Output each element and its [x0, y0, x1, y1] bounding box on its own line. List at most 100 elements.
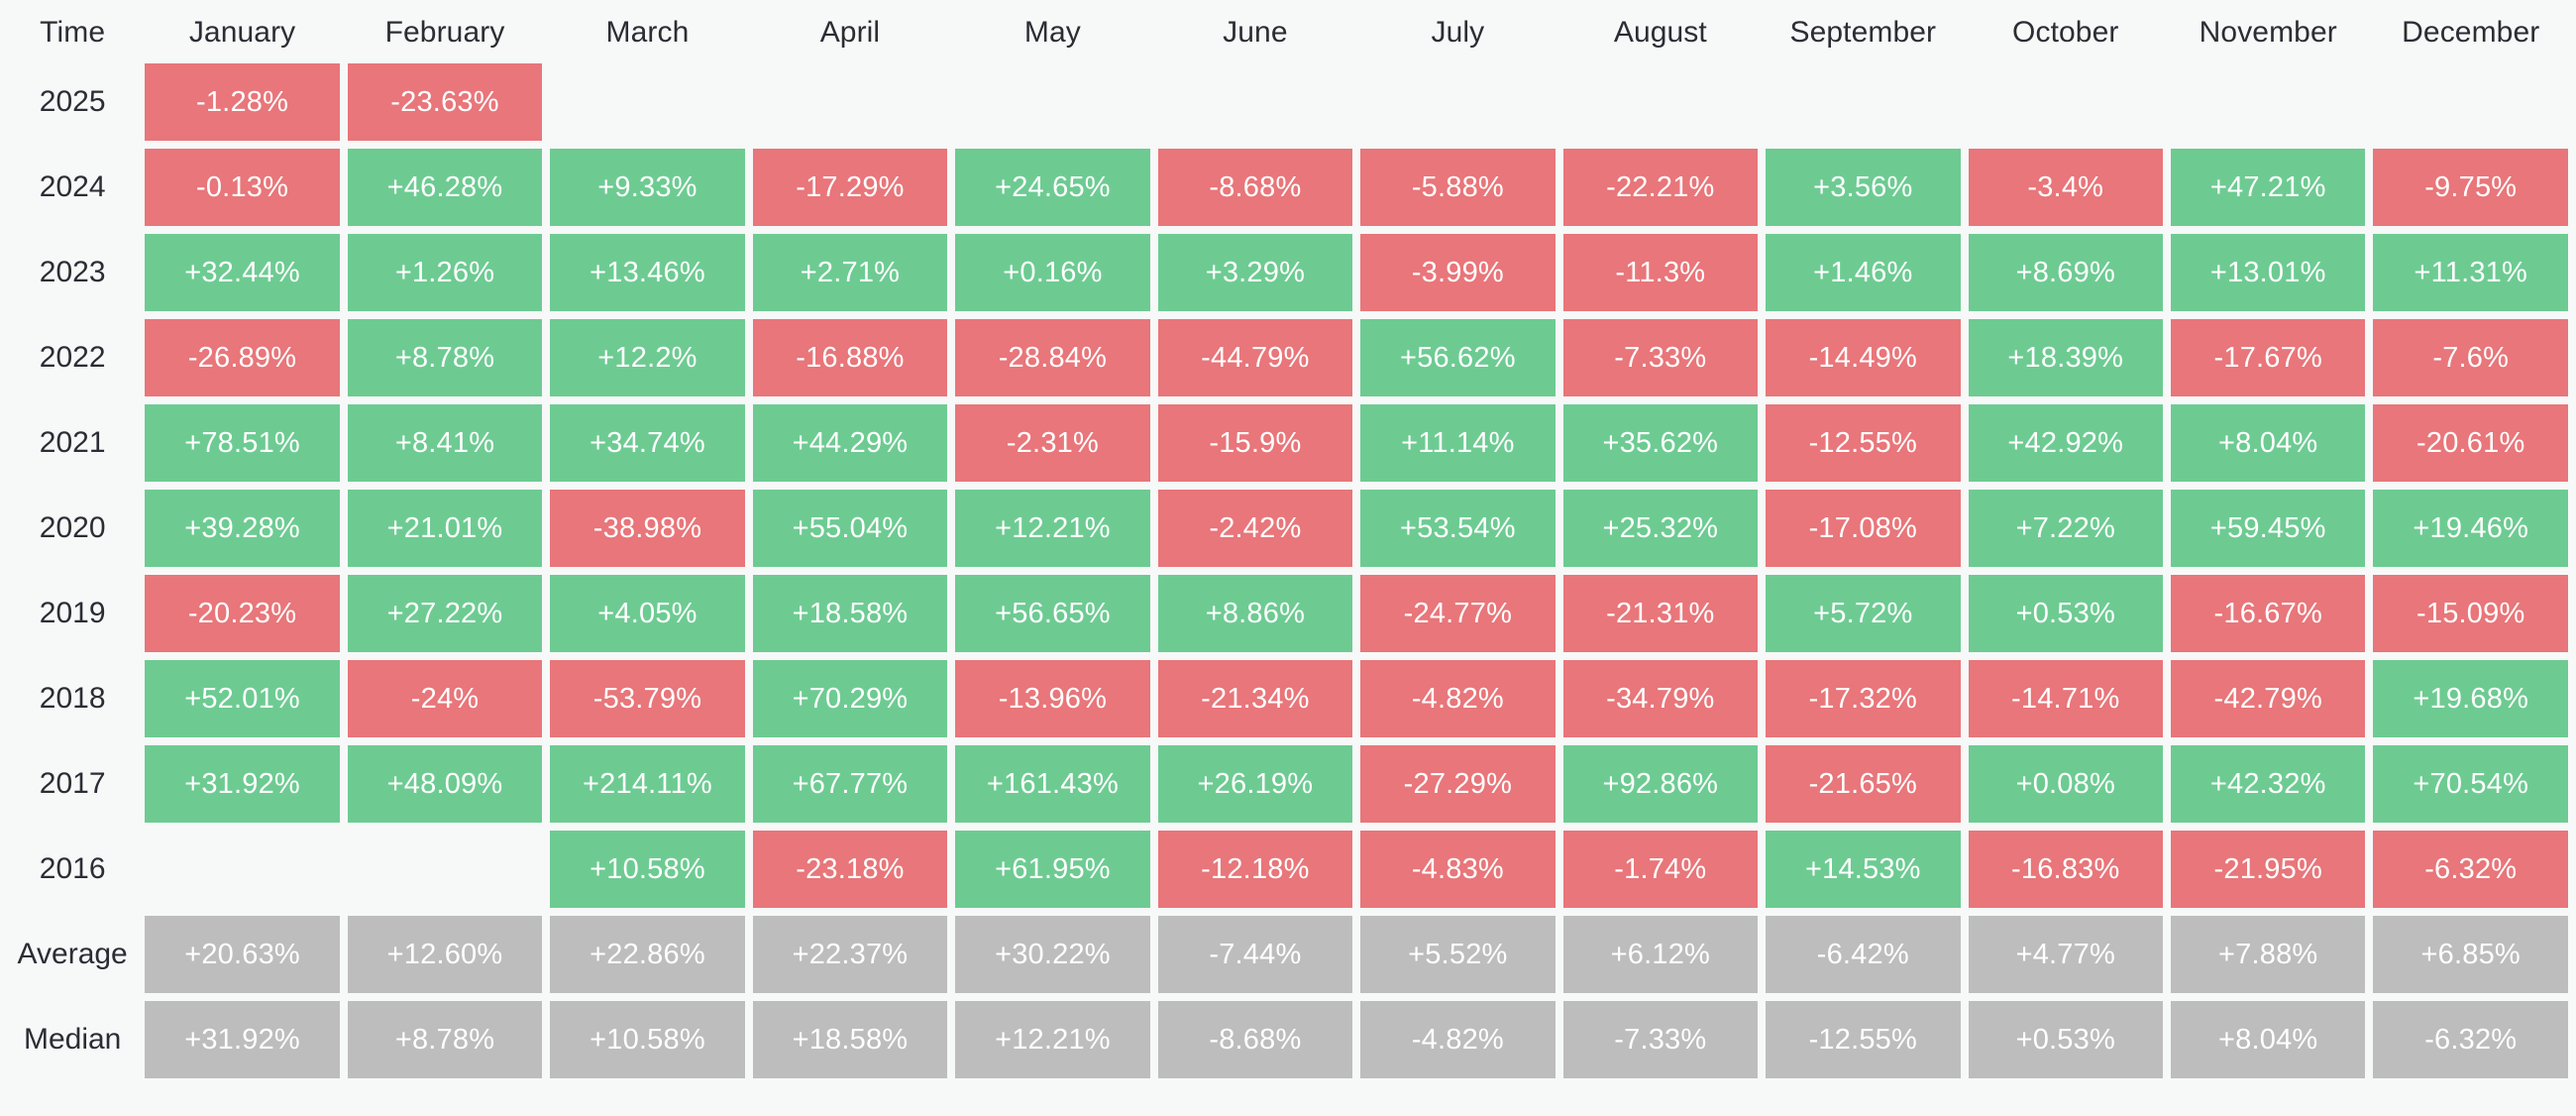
heatmap-cell[interactable]: -7.33% [1563, 1001, 1758, 1078]
heatmap-cell[interactable]: +14.53% [1766, 831, 1960, 908]
heatmap-cell[interactable]: -15.09% [2373, 575, 2568, 652]
heatmap-cell[interactable]: -17.29% [753, 149, 947, 226]
heatmap-cell[interactable]: -23.63% [348, 63, 542, 141]
heatmap-cell[interactable]: +31.92% [145, 745, 339, 823]
heatmap-cell[interactable]: -4.82% [1360, 1001, 1555, 1078]
heatmap-cell[interactable]: -24% [348, 660, 542, 737]
heatmap-cell[interactable]: -53.79% [550, 660, 744, 737]
heatmap-cell[interactable]: -7.6% [2373, 319, 2568, 396]
heatmap-cell[interactable]: -21.65% [1766, 745, 1960, 823]
heatmap-cell[interactable]: -23.18% [753, 831, 947, 908]
heatmap-cell[interactable]: +31.92% [145, 1001, 339, 1078]
heatmap-cell[interactable]: +11.31% [2373, 234, 2568, 311]
heatmap-cell[interactable]: +70.54% [2373, 745, 2568, 823]
heatmap-cell[interactable]: +78.51% [145, 404, 339, 482]
heatmap-cell[interactable]: -16.88% [753, 319, 947, 396]
heatmap-cell[interactable]: -27.29% [1360, 745, 1555, 823]
heatmap-cell[interactable]: -14.71% [1969, 660, 2163, 737]
heatmap-cell[interactable]: +20.63% [145, 916, 339, 993]
heatmap-cell[interactable]: +53.54% [1360, 490, 1555, 567]
heatmap-cell[interactable]: +10.58% [550, 831, 744, 908]
heatmap-cell[interactable]: +52.01% [145, 660, 339, 737]
heatmap-cell[interactable]: +8.04% [2171, 1001, 2365, 1078]
heatmap-cell[interactable]: +6.12% [1563, 916, 1758, 993]
heatmap-cell[interactable]: +8.78% [348, 319, 542, 396]
heatmap-cell[interactable]: +55.04% [753, 490, 947, 567]
heatmap-cell[interactable]: +12.21% [955, 490, 1149, 567]
heatmap-cell[interactable]: -16.67% [2171, 575, 2365, 652]
heatmap-cell[interactable]: +42.32% [2171, 745, 2365, 823]
heatmap-cell[interactable]: +11.14% [1360, 404, 1555, 482]
heatmap-cell[interactable]: -8.68% [1158, 1001, 1352, 1078]
heatmap-cell[interactable]: +56.65% [955, 575, 1149, 652]
heatmap-cell[interactable]: -7.44% [1158, 916, 1352, 993]
heatmap-cell[interactable]: -11.3% [1563, 234, 1758, 311]
heatmap-cell[interactable]: +8.04% [2171, 404, 2365, 482]
heatmap-cell[interactable]: +8.69% [1969, 234, 2163, 311]
heatmap-cell[interactable]: +8.41% [348, 404, 542, 482]
heatmap-cell[interactable]: -2.42% [1158, 490, 1352, 567]
heatmap-cell[interactable]: +61.95% [955, 831, 1149, 908]
heatmap-cell[interactable]: +35.62% [1563, 404, 1758, 482]
heatmap-cell[interactable]: +5.52% [1360, 916, 1555, 993]
heatmap-cell[interactable]: -12.55% [1766, 404, 1960, 482]
heatmap-cell[interactable]: +56.62% [1360, 319, 1555, 396]
heatmap-cell[interactable]: -21.34% [1158, 660, 1352, 737]
heatmap-cell[interactable]: +19.46% [2373, 490, 2568, 567]
heatmap-cell[interactable]: +44.29% [753, 404, 947, 482]
heatmap-cell[interactable]: +12.2% [550, 319, 744, 396]
heatmap-cell[interactable]: +39.28% [145, 490, 339, 567]
heatmap-cell[interactable]: -3.4% [1969, 149, 2163, 226]
heatmap-cell[interactable]: -12.18% [1158, 831, 1352, 908]
heatmap-cell[interactable]: +46.28% [348, 149, 542, 226]
heatmap-cell[interactable]: +22.86% [550, 916, 744, 993]
heatmap-cell[interactable]: -9.75% [2373, 149, 2568, 226]
heatmap-cell[interactable]: +0.08% [1969, 745, 2163, 823]
heatmap-cell[interactable]: +42.92% [1969, 404, 2163, 482]
heatmap-cell[interactable]: +92.86% [1563, 745, 1758, 823]
heatmap-cell[interactable]: -6.42% [1766, 916, 1960, 993]
heatmap-cell[interactable]: +47.21% [2171, 149, 2365, 226]
heatmap-cell[interactable]: +8.78% [348, 1001, 542, 1078]
heatmap-cell[interactable]: -28.84% [955, 319, 1149, 396]
heatmap-cell[interactable]: +214.11% [550, 745, 744, 823]
heatmap-cell[interactable]: -8.68% [1158, 149, 1352, 226]
heatmap-cell[interactable]: +3.56% [1766, 149, 1960, 226]
heatmap-cell[interactable]: -17.08% [1766, 490, 1960, 567]
heatmap-cell[interactable]: +161.43% [955, 745, 1149, 823]
heatmap-cell[interactable]: -12.55% [1766, 1001, 1960, 1078]
heatmap-cell[interactable]: +18.58% [753, 1001, 947, 1078]
heatmap-cell[interactable]: +48.09% [348, 745, 542, 823]
heatmap-cell[interactable]: +4.77% [1969, 916, 2163, 993]
heatmap-cell[interactable]: -5.88% [1360, 149, 1555, 226]
heatmap-cell[interactable]: -1.28% [145, 63, 339, 141]
heatmap-cell[interactable]: -0.13% [145, 149, 339, 226]
heatmap-cell[interactable]: -24.77% [1360, 575, 1555, 652]
heatmap-cell[interactable]: -15.9% [1158, 404, 1352, 482]
heatmap-cell[interactable]: +59.45% [2171, 490, 2365, 567]
heatmap-cell[interactable]: -17.67% [2171, 319, 2365, 396]
heatmap-cell[interactable]: +13.01% [2171, 234, 2365, 311]
heatmap-cell[interactable]: +0.53% [1969, 575, 2163, 652]
heatmap-cell[interactable]: +3.29% [1158, 234, 1352, 311]
heatmap-cell[interactable]: +8.86% [1158, 575, 1352, 652]
heatmap-cell[interactable]: -21.95% [2171, 831, 2365, 908]
heatmap-cell[interactable]: -7.33% [1563, 319, 1758, 396]
heatmap-cell[interactable]: +10.58% [550, 1001, 744, 1078]
heatmap-cell[interactable]: +70.29% [753, 660, 947, 737]
heatmap-cell[interactable]: +4.05% [550, 575, 744, 652]
heatmap-cell[interactable]: +25.32% [1563, 490, 1758, 567]
heatmap-cell[interactable]: +9.33% [550, 149, 744, 226]
heatmap-cell[interactable]: -20.23% [145, 575, 339, 652]
heatmap-cell[interactable]: +18.58% [753, 575, 947, 652]
heatmap-cell[interactable]: +32.44% [145, 234, 339, 311]
heatmap-cell[interactable]: +7.22% [1969, 490, 2163, 567]
heatmap-cell[interactable]: +26.19% [1158, 745, 1352, 823]
heatmap-cell[interactable]: +21.01% [348, 490, 542, 567]
heatmap-cell[interactable]: -42.79% [2171, 660, 2365, 737]
heatmap-cell[interactable]: +6.85% [2373, 916, 2568, 993]
heatmap-cell[interactable]: +67.77% [753, 745, 947, 823]
heatmap-cell[interactable]: -16.83% [1969, 831, 2163, 908]
heatmap-cell[interactable]: -6.32% [2373, 1001, 2568, 1078]
heatmap-cell[interactable]: +22.37% [753, 916, 947, 993]
